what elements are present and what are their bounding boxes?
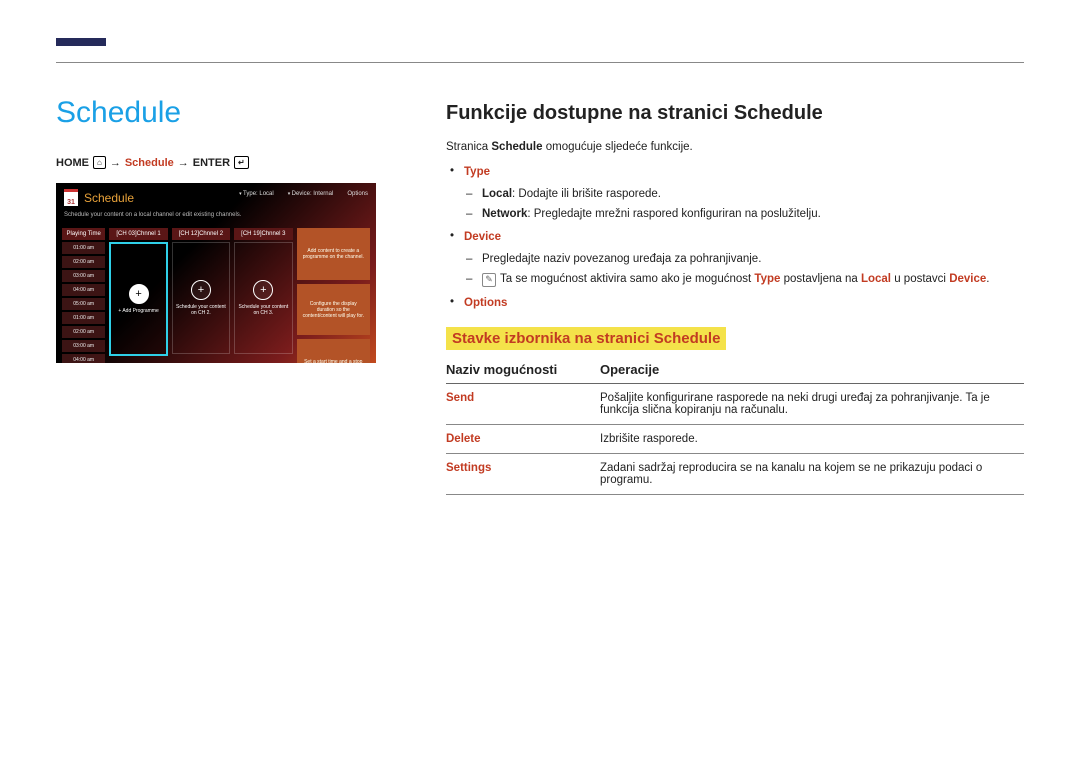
td-desc: Pošaljite konfigurirane rasporede na nek… bbox=[600, 383, 1024, 424]
dash-local: Local: Dodajte ili brišite rasporede. bbox=[482, 184, 1024, 204]
ss-ch-label: Schedule your content on CH 3. bbox=[235, 304, 291, 316]
plus-icon: + bbox=[253, 280, 273, 300]
dash-device: Pregledajte naziv povezanog uređaja za p… bbox=[482, 249, 1024, 269]
dash-network: Network: Pregledajte mrežni raspored kon… bbox=[482, 204, 1024, 224]
bullet-options: Options bbox=[464, 293, 1024, 313]
table-row: Delete Izbrišite rasporede. bbox=[446, 424, 1024, 453]
ss-ch-slot: + Schedule your content on CH 2. bbox=[172, 242, 230, 354]
header-rule bbox=[56, 62, 1024, 63]
ss-title: Schedule bbox=[84, 191, 134, 205]
ss-time: 03:00 am bbox=[62, 340, 105, 352]
table-row: Send Pošaljite konfigurirane rasporede n… bbox=[446, 383, 1024, 424]
td-name: Send bbox=[446, 383, 600, 424]
breadcrumb-arrow: → bbox=[110, 157, 121, 169]
ss-timehdr: Playing Time bbox=[62, 228, 105, 240]
bullets: Type Local: Dodajte ili brišite raspored… bbox=[446, 162, 1024, 313]
ss-sub: Schedule your content on a local channel… bbox=[56, 212, 376, 224]
ss-device: ▾ Device: Internal bbox=[288, 191, 334, 197]
header-accent-bar bbox=[56, 38, 106, 46]
ss-timecol: Playing Time 01:00 am 02:00 am 03:00 am … bbox=[62, 228, 105, 363]
table-row: Settings Zadani sadržaj reproducira se n… bbox=[446, 453, 1024, 494]
subsection-heading: Stavke izbornika na stranici Schedule bbox=[446, 327, 726, 350]
bullet-type: Type Local: Dodajte ili brišite raspored… bbox=[464, 162, 1024, 227]
note-icon: ✎ bbox=[482, 273, 496, 287]
breadcrumb-enter: ENTER bbox=[193, 157, 230, 169]
breadcrumb: HOME ⌂ → Schedule → ENTER ↵ bbox=[56, 156, 376, 169]
ss-ch-label: Schedule your content on CH 2. bbox=[173, 304, 229, 316]
th-ops: Operacije bbox=[600, 356, 1024, 384]
home-icon: ⌂ bbox=[93, 156, 106, 169]
ss-options: Options bbox=[347, 191, 368, 197]
ss-ch-slot: + Schedule your content on CH 3. bbox=[234, 242, 292, 354]
ss-body: Playing Time 01:00 am 02:00 am 03:00 am … bbox=[56, 224, 376, 363]
plus-icon: + bbox=[191, 280, 211, 300]
ss-ch-hdr: [CH 12]Chnnel 2 bbox=[172, 228, 230, 240]
intro-para: Stranica Schedule omogućuje sljedeće fun… bbox=[446, 139, 1024, 156]
ss-header: 31 Schedule bbox=[56, 183, 376, 212]
td-name: Settings bbox=[446, 453, 600, 494]
ss-ch-hdr: [CH 03]Chnnel 1 bbox=[109, 228, 167, 240]
enter-icon: ↵ bbox=[234, 156, 249, 169]
ss-side-box: Add content to create a programme on the… bbox=[297, 228, 370, 280]
ss-channel-2: [CH 12]Chnnel 2 + Schedule your content … bbox=[172, 228, 230, 363]
th-name: Naziv mogućnosti bbox=[446, 356, 600, 384]
td-desc: Izbrišite rasporede. bbox=[600, 424, 1024, 453]
breadcrumb-arrow: → bbox=[178, 157, 189, 169]
ss-side-box: Set a start time and a stop time for the… bbox=[297, 339, 370, 363]
ss-side-box: Configure the display duration so the co… bbox=[297, 284, 370, 336]
ss-time: 01:00 am bbox=[62, 312, 105, 324]
ss-topright: ▾ Type: Local ▾ Device: Internal Options bbox=[239, 191, 368, 197]
tv-screenshot: 31 Schedule ▾ Type: Local ▾ Device: Inte… bbox=[56, 183, 376, 363]
options-table: Naziv mogućnosti Operacije Send Pošaljit… bbox=[446, 356, 1024, 495]
breadcrumb-mid: Schedule bbox=[125, 157, 174, 169]
left-column: Schedule HOME ⌂ → Schedule → ENTER ↵ 31 … bbox=[56, 96, 376, 495]
td-desc: Zadani sadržaj reproducira se na kanalu … bbox=[600, 453, 1024, 494]
ss-time: 02:00 am bbox=[62, 256, 105, 268]
calendar-icon: 31 bbox=[64, 189, 78, 206]
ss-ch-slot: + + Add Programme bbox=[109, 242, 167, 356]
section-heading: Funkcije dostupne na stranici Schedule bbox=[446, 102, 1024, 125]
ss-ch-label: + Add Programme bbox=[118, 308, 158, 314]
page-title: Schedule bbox=[56, 96, 376, 130]
ss-channel-3: [CH 19]Chnnel 3 + Schedule your content … bbox=[234, 228, 292, 363]
ss-time: 04:00 am bbox=[62, 354, 105, 363]
ss-time: 03:00 am bbox=[62, 270, 105, 282]
ss-time: 02:00 am bbox=[62, 326, 105, 338]
td-name: Delete bbox=[446, 424, 600, 453]
ss-time: 05:00 am bbox=[62, 298, 105, 310]
ss-time: 04:00 am bbox=[62, 284, 105, 296]
ss-type: ▾ Type: Local bbox=[239, 191, 274, 197]
content: Schedule HOME ⌂ → Schedule → ENTER ↵ 31 … bbox=[56, 96, 1024, 495]
ss-time: 01:00 am bbox=[62, 242, 105, 254]
bullet-device: Device Pregledajte naziv povezanog uređa… bbox=[464, 227, 1024, 292]
ss-sidecol: Add content to create a programme on the… bbox=[297, 228, 370, 363]
right-column: Funkcije dostupne na stranici Schedule S… bbox=[446, 96, 1024, 495]
ss-ch-hdr: [CH 19]Chnnel 3 bbox=[234, 228, 292, 240]
plus-icon: + bbox=[129, 284, 149, 304]
dash-device-note: ✎Ta se mogućnost aktivira samo ako je mo… bbox=[482, 269, 1024, 289]
breadcrumb-home: HOME bbox=[56, 157, 89, 169]
ss-channel-1: [CH 03]Chnnel 1 + + Add Programme bbox=[109, 228, 167, 363]
table-header-row: Naziv mogućnosti Operacije bbox=[446, 356, 1024, 384]
